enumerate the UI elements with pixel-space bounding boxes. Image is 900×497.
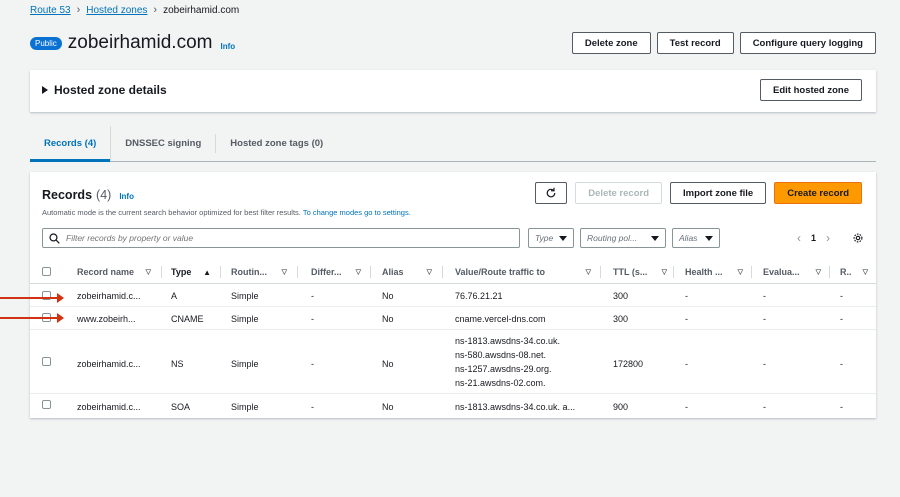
public-badge: Public	[30, 36, 62, 50]
page-number[interactable]: 1	[811, 233, 816, 243]
sort-icon: ▽	[661, 269, 667, 276]
column-health-check[interactable]: Health ... ▽	[685, 260, 751, 284]
column-differentiator[interactable]: Differ... ▽	[311, 260, 369, 284]
breadcrumb-hosted-zones[interactable]: Hosted zones	[86, 5, 147, 16]
records-info-link[interactable]: Info	[119, 192, 134, 201]
delete-zone-button[interactable]: Delete zone	[571, 32, 651, 54]
sort-icon: ▽	[145, 269, 151, 276]
caret-down-icon	[651, 235, 659, 241]
header-actions: Delete zone Test record Configure query …	[571, 32, 876, 54]
column-record-name[interactable]: Record name ▽	[77, 260, 159, 284]
annotation-arrow	[0, 313, 64, 323]
sort-icon: ▽	[862, 269, 868, 276]
filter-row: Type Routing pol... Alias ‹ 1 ›	[42, 228, 864, 248]
search-box[interactable]	[42, 228, 520, 248]
table-header: Record name ▽ Type ▲ Routin... ▽ Differ... ▽…	[30, 260, 876, 284]
tab-hosted-zone-tags[interactable]: Hosted zone tags (0)	[216, 134, 337, 153]
select-all-checkbox[interactable]	[42, 267, 51, 276]
sort-icon: ▽	[815, 269, 821, 276]
records-panel: Records (4) Info Automatic mode is the c…	[30, 172, 876, 418]
refresh-icon	[547, 187, 556, 198]
delete-record-button[interactable]: Delete record	[575, 182, 663, 204]
records-title: Records	[42, 188, 93, 202]
type-filter-select[interactable]: Type	[528, 228, 574, 248]
change-modes-link[interactable]: To change modes go to settings.	[303, 208, 411, 217]
tab-dnssec-signing[interactable]: DNSSEC signing	[111, 134, 217, 153]
annotation-arrow	[0, 293, 64, 303]
sort-icon: ▽	[281, 269, 287, 276]
records-count: (4)	[96, 188, 112, 202]
tab-bar: Records (4) DNSSEC signing Hosted zone t…	[30, 126, 876, 162]
sort-icon: ▽	[355, 269, 361, 276]
column-evaluate-health[interactable]: Evalua... ▽	[763, 260, 829, 284]
page-header: Public zobeirhamid.com Info	[30, 32, 235, 54]
hosted-zone-details-panel: Hosted zone details Edit hosted zone	[30, 70, 876, 112]
column-routing-policy[interactable]: Routin... ▽	[231, 260, 295, 284]
sort-icon: ▽	[737, 269, 743, 276]
caret-down-icon	[559, 235, 567, 241]
column-alias[interactable]: Alias ▽	[382, 260, 440, 284]
pagination: ‹ 1 ›	[797, 228, 864, 248]
hosted-zone-details-toggle[interactable]: Hosted zone details	[42, 83, 167, 97]
tab-records[interactable]: Records (4)	[30, 126, 112, 162]
breadcrumb: Route 53 › Hosted zones › zobeirhamid.co…	[30, 4, 239, 16]
sort-icon: ▽	[585, 269, 591, 276]
search-icon	[49, 232, 60, 244]
search-input[interactable]	[66, 233, 506, 243]
hosted-zone-details-title: Hosted zone details	[54, 83, 167, 97]
configure-query-logging-button[interactable]: Configure query logging	[739, 32, 876, 54]
info-link[interactable]: Info	[220, 42, 235, 51]
caret-right-icon	[42, 86, 48, 94]
refresh-button[interactable]	[535, 182, 568, 204]
records-heading: Records (4) Info	[42, 186, 134, 202]
column-record-id[interactable]: R.. ▽	[840, 260, 870, 284]
chevron-right-icon[interactable]: ›	[826, 231, 830, 245]
page-title: zobeirhamid.com	[67, 32, 213, 53]
alias-filter-select[interactable]: Alias	[672, 228, 720, 248]
table-row[interactable]: www.zobeirh... CNAME Simple - No cname.v…	[30, 308, 876, 330]
create-record-button[interactable]: Create record	[774, 182, 862, 204]
routing-policy-filter-select[interactable]: Routing pol...	[580, 228, 666, 248]
caret-down-icon	[705, 235, 713, 241]
sort-ascending-icon: ▲	[203, 267, 211, 277]
chevron-right-icon: ›	[76, 4, 81, 16]
column-value[interactable]: Value/Route traffic to ▽	[455, 260, 599, 284]
gear-icon[interactable]	[852, 232, 864, 244]
sort-icon: ▽	[426, 269, 432, 276]
table-row[interactable]: zobeirhamid.c... A Simple - No 76.76.21.…	[30, 285, 876, 307]
chevron-left-icon[interactable]: ‹	[797, 231, 801, 245]
chevron-right-icon: ›	[153, 4, 158, 16]
table-row[interactable]: zobeirhamid.c... SOA Simple - No ns-1813…	[30, 395, 876, 417]
test-record-button[interactable]: Test record	[656, 32, 734, 54]
column-ttl[interactable]: TTL (s... ▽	[613, 260, 675, 284]
table-row[interactable]: zobeirhamid.c... NS Simple - No ns-1813.…	[30, 331, 876, 394]
row-checkbox[interactable]	[42, 357, 51, 366]
records-description: Automatic mode is the current search beh…	[42, 208, 411, 217]
records-actions: Delete record Import zone file Create re…	[535, 182, 862, 204]
row-checkbox[interactable]	[42, 400, 51, 409]
breadcrumb-current: zobeirhamid.com	[163, 4, 240, 16]
column-type[interactable]: Type ▲	[171, 260, 219, 284]
edit-hosted-zone-button[interactable]: Edit hosted zone	[760, 79, 862, 101]
breadcrumb-route53[interactable]: Route 53	[30, 5, 71, 16]
import-zone-file-button[interactable]: Import zone file	[670, 182, 767, 204]
